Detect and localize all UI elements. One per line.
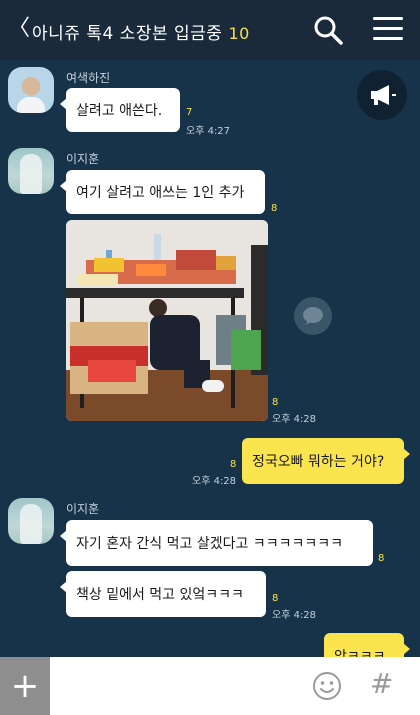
plus-icon[interactable]: + bbox=[0, 657, 50, 715]
sender-name: 이지훈 bbox=[66, 502, 100, 516]
message-time: 오후 4:27 bbox=[186, 126, 231, 137]
hash-icon[interactable]: # bbox=[370, 667, 393, 700]
avatar[interactable] bbox=[8, 498, 54, 544]
unread-count: 8 bbox=[378, 553, 385, 564]
emoji-icon[interactable] bbox=[312, 671, 342, 701]
message-bubble[interactable]: 책상 밑에서 먹고 있엌ㅋㅋㅋ bbox=[60, 571, 266, 617]
photo-message[interactable] bbox=[66, 220, 268, 421]
search-icon[interactable] bbox=[312, 14, 344, 46]
message-time: 오후 4:28 bbox=[272, 610, 317, 621]
megaphone-icon[interactable] bbox=[357, 70, 407, 120]
menu-line bbox=[373, 17, 403, 20]
share-icon[interactable] bbox=[294, 297, 332, 335]
chat-room-name: 아니쥬 톡4 소장본 입금중 bbox=[32, 24, 223, 44]
unread-count: 8 bbox=[272, 593, 279, 604]
message-bubble[interactable]: 여기 살려고 애쓰는 1인 추가 bbox=[60, 170, 265, 214]
message-time: 오후 4:28 bbox=[272, 414, 317, 425]
message-input[interactable] bbox=[54, 665, 294, 707]
unread-count: 8 bbox=[230, 459, 237, 470]
avatar[interactable] bbox=[8, 67, 54, 113]
message-bubble[interactable]: 정국오빠 뭐하는 거야? bbox=[242, 438, 410, 484]
menu-line bbox=[373, 37, 403, 40]
unread-count: 8 bbox=[271, 203, 278, 214]
menu-line bbox=[373, 27, 403, 30]
sender-name: 여색하진 bbox=[66, 71, 111, 85]
chat-header: 〈 아니쥬 톡4 소장본 입금중 10 bbox=[0, 0, 420, 60]
unread-count: 7 bbox=[186, 107, 193, 118]
input-bar: + # bbox=[0, 657, 420, 715]
message-time: 오후 4:28 bbox=[192, 476, 237, 487]
avatar[interactable] bbox=[8, 148, 54, 194]
menu-icon[interactable] bbox=[373, 17, 403, 43]
chat-title: 아니쥬 톡4 소장본 입금중 10 bbox=[32, 19, 250, 44]
message-bubble[interactable]: 자기 혼자 간식 먹고 살겠다고 ㅋㅋㅋㅋㅋㅋㅋ bbox=[60, 520, 373, 566]
member-count: 10 bbox=[228, 24, 250, 43]
message-bubble[interactable]: 살려고 애쓴다. bbox=[60, 88, 180, 132]
unread-count: 8 bbox=[272, 397, 279, 408]
sender-name: 이지훈 bbox=[66, 152, 100, 166]
back-icon[interactable]: 〈 bbox=[8, 18, 30, 40]
